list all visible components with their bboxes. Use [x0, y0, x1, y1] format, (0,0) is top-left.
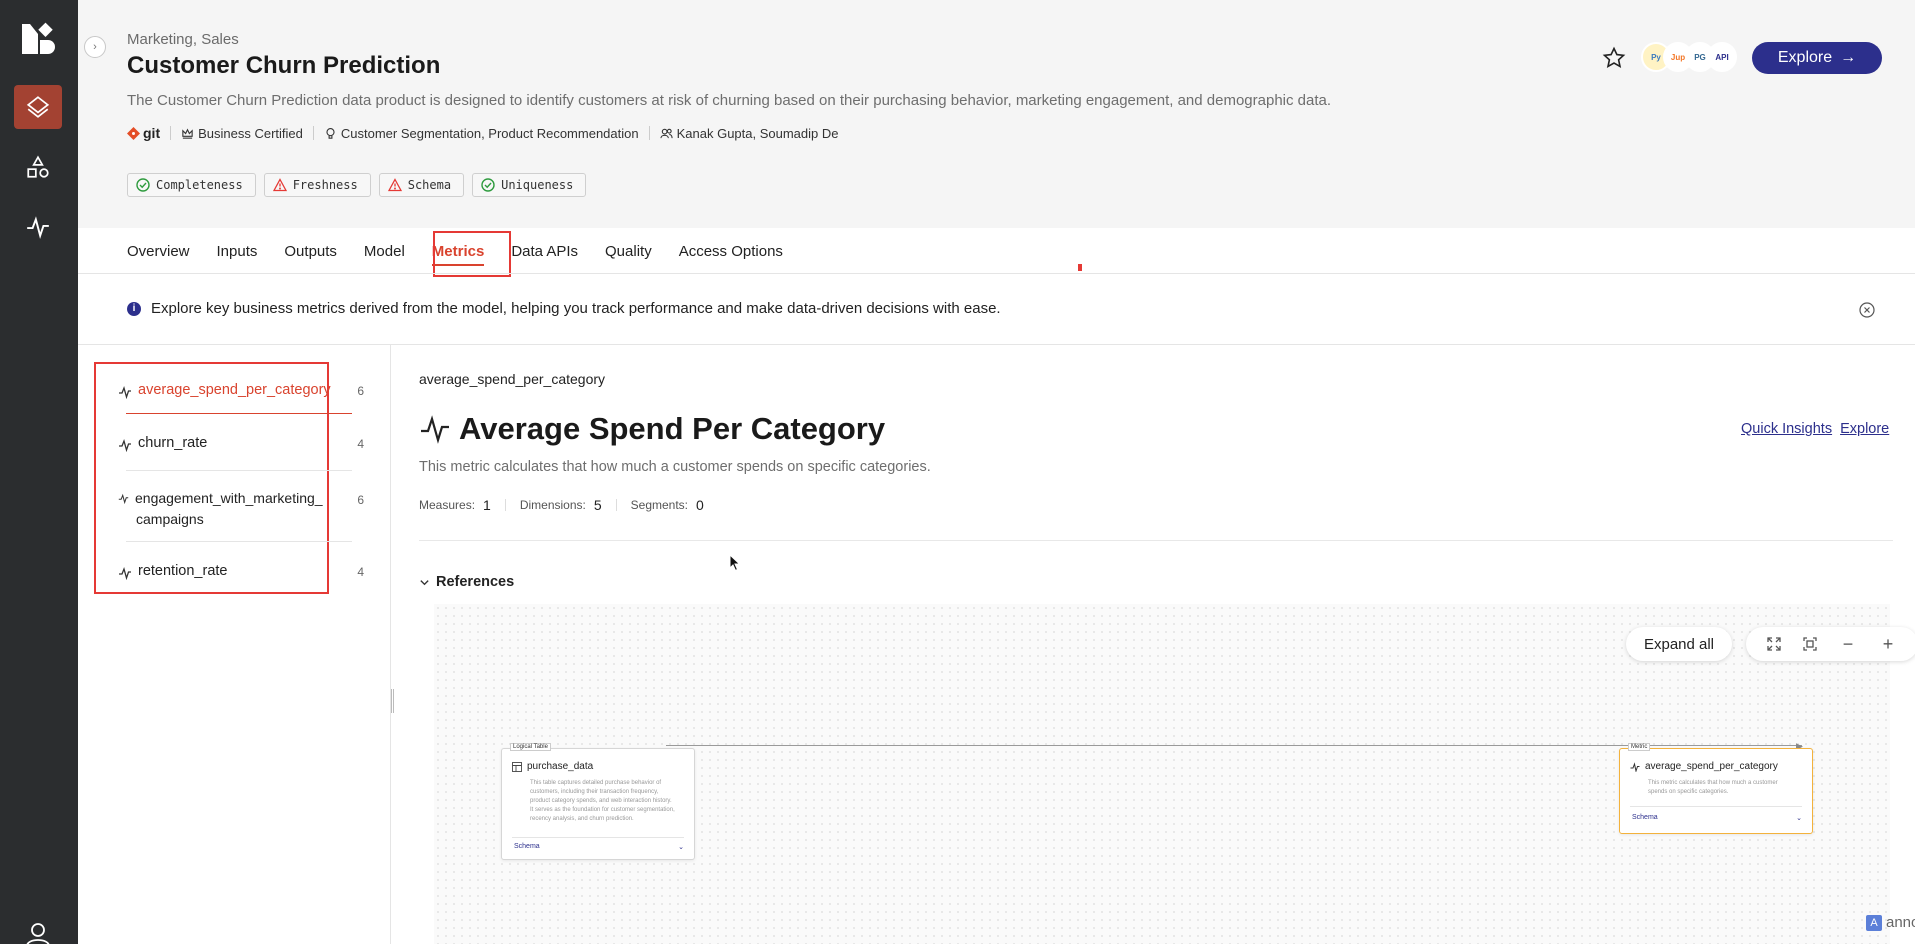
schema-toggle[interactable]: Schema ⌄: [1632, 814, 1802, 822]
warning-icon: [272, 178, 287, 192]
mouse-cursor-icon: [729, 554, 741, 572]
check-circle-icon: [136, 178, 150, 192]
metric-title: Average Spend Per Category: [419, 411, 885, 447]
main-area: › Marketing, Sales Customer Churn Predic…: [78, 0, 1915, 944]
tab-outputs[interactable]: Outputs: [284, 228, 337, 274]
lineage-node-average-spend[interactable]: Metric average_spend_per_category This m…: [1619, 743, 1813, 834]
zoom-out-icon[interactable]: −: [1838, 634, 1858, 655]
badge-completeness[interactable]: Completeness: [127, 173, 256, 197]
metric-stats: Measures: 1 Dimensions: 5 Segments: 0: [419, 497, 704, 513]
quick-insights-link[interactable]: Quick Insights: [1741, 421, 1832, 437]
product-domain: Marketing, Sales: [127, 31, 239, 48]
close-icon[interactable]: [1859, 302, 1875, 318]
app-logo-icon[interactable]: [20, 20, 56, 56]
warning-icon: [387, 178, 402, 192]
page-title: Customer Churn Prediction: [127, 52, 441, 79]
tab-data-apis[interactable]: Data APIs: [511, 228, 578, 274]
check-circle-icon: [481, 178, 495, 192]
api-icon[interactable]: API: [1707, 42, 1737, 72]
activity-icon: [118, 493, 129, 504]
certification: Business Certified: [181, 126, 303, 141]
rail-activity[interactable]: [14, 205, 62, 249]
chevron-down-icon: ⌄: [1796, 815, 1802, 822]
arrow-right-icon: →: [1840, 49, 1857, 66]
activity-icon: [119, 438, 131, 452]
metric-item-engagement-with-marketing-campaigns[interactable]: engagement_with_marketing_ campaigns 6: [118, 488, 364, 530]
info-banner: i Explore key business metrics derived f…: [127, 300, 1001, 317]
badge-freshness[interactable]: Freshness: [263, 173, 371, 197]
tab-inputs[interactable]: Inputs: [217, 228, 258, 274]
shapes-icon: [27, 155, 49, 178]
quality-badges: Completeness Freshness Schema Uniqueness: [127, 173, 587, 197]
annotation-mark: [1078, 264, 1082, 271]
chevron-down-icon: ⌄: [678, 844, 684, 851]
left-rail: [0, 0, 78, 944]
product-description: The Customer Churn Prediction data produ…: [127, 92, 1332, 109]
annotely-icon: A: [1866, 914, 1882, 931]
metric-count: 4: [357, 565, 364, 579]
crown-icon: [182, 128, 193, 139]
user-icon[interactable]: [24, 922, 52, 944]
expand-all-button[interactable]: Expand all: [1626, 627, 1732, 661]
git-icon: [127, 126, 140, 140]
product-meta: git Business Certified Customer Segmenta…: [127, 125, 839, 141]
zoom-controls: − +: [1746, 627, 1915, 661]
metric-description: This metric calculates that how much a c…: [419, 459, 931, 475]
references-toggle[interactable]: References: [419, 574, 514, 590]
fullscreen-icon[interactable]: [1766, 636, 1782, 652]
breadcrumb: average_spend_per_category: [419, 371, 606, 387]
badge-schema[interactable]: Schema: [378, 173, 465, 197]
activity-icon: [119, 385, 131, 399]
metric-item-average-spend-per-category[interactable]: average_spend_per_category 6: [118, 382, 364, 399]
chevron-right-icon: ›: [93, 41, 97, 53]
tab-access-options[interactable]: Access Options: [679, 228, 783, 274]
explore-link[interactable]: Explore: [1840, 421, 1889, 437]
sidebar-toggle[interactable]: ›: [84, 36, 106, 58]
layers-icon: [26, 96, 50, 118]
resize-handle[interactable]: [391, 689, 394, 713]
activity-icon: [27, 216, 49, 240]
activity-icon: [119, 566, 131, 580]
tab-quality[interactable]: Quality: [605, 228, 652, 274]
tab-overview[interactable]: Overview: [127, 228, 190, 274]
rail-data-products[interactable]: [14, 85, 62, 129]
tab-model[interactable]: Model: [364, 228, 405, 274]
use-cases: Customer Segmentation, Product Recommend…: [324, 126, 639, 141]
chevron-down-icon: [420, 579, 429, 585]
metric-count: 6: [357, 493, 364, 507]
watermark: A annotely.com: [1866, 914, 1915, 931]
metric-count: 6: [357, 384, 364, 398]
lightbulb-icon: [326, 127, 335, 139]
zoom-in-icon[interactable]: +: [1878, 634, 1898, 655]
git-link[interactable]: git: [127, 125, 160, 141]
annotation-box-tab: [433, 231, 511, 277]
owners: Kanak Gupta, Soumadip De: [659, 126, 839, 141]
lineage-node-purchase-data[interactable]: Logical Table purchase_data This table c…: [501, 743, 695, 860]
tool-avatars: Py Jup PG API: [1641, 42, 1737, 72]
badge-uniqueness[interactable]: Uniqueness: [472, 173, 587, 197]
schema-toggle[interactable]: Schema ⌄: [514, 843, 684, 851]
rail-shapes[interactable]: [14, 145, 62, 189]
metric-item-retention-rate[interactable]: retention_rate 4: [118, 563, 364, 580]
info-icon: i: [127, 301, 141, 316]
metric-count: 4: [357, 437, 364, 451]
activity-icon: [421, 415, 449, 444]
metric-links: Quick Insights Explore: [1741, 421, 1889, 437]
star-icon[interactable]: [1602, 46, 1626, 70]
metric-item-churn-rate[interactable]: churn_rate 4: [118, 435, 364, 452]
fit-view-icon[interactable]: [1802, 636, 1818, 652]
users-icon: [659, 128, 673, 138]
table-icon: [512, 761, 522, 772]
explore-button[interactable]: Explore →: [1752, 42, 1882, 74]
activity-icon: [1630, 761, 1640, 772]
